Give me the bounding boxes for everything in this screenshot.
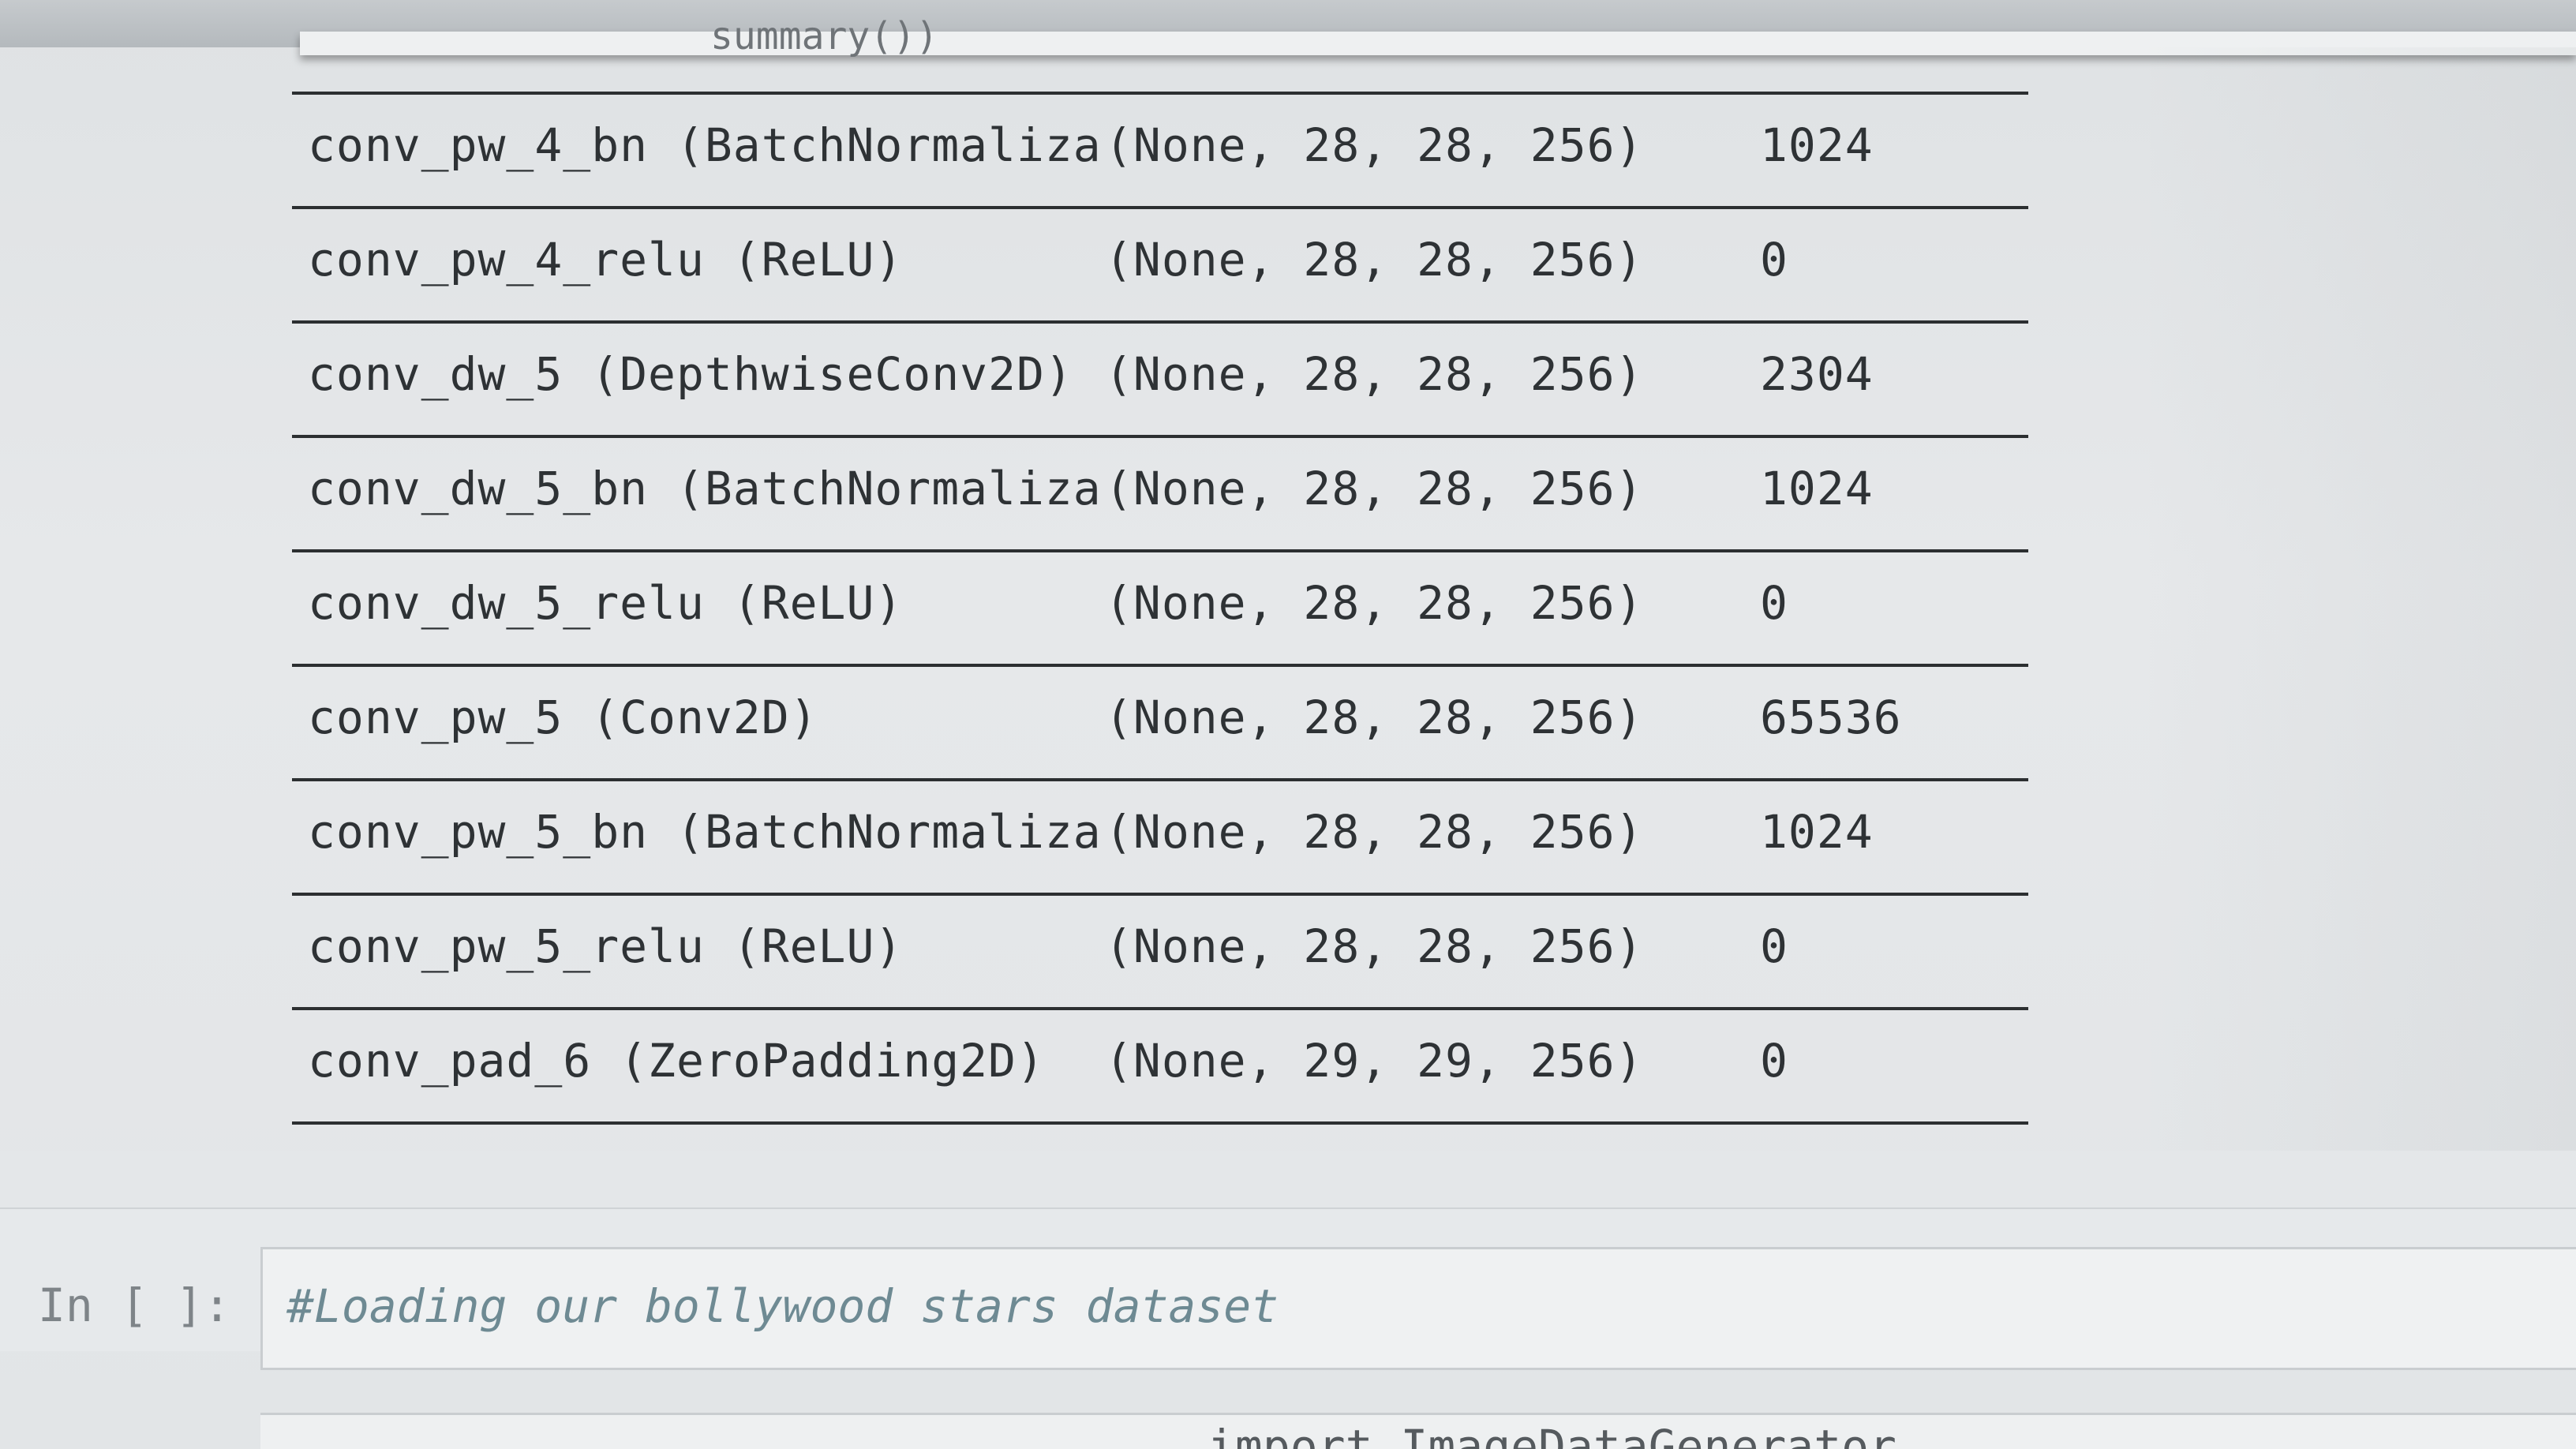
table-row: conv_dw_5_relu (ReLU) (None, 28, 28, 256)… xyxy=(292,549,2028,664)
output-shape: (None, 28, 28, 256) xyxy=(1105,805,1644,859)
next-code-text: import ImageDataGenerator xyxy=(1208,1420,1896,1449)
param-count: 2304 xyxy=(1760,347,1874,401)
table-row: conv_dw_5_bn (BatchNormaliza (None, 28, 2… xyxy=(292,435,2028,549)
previous-code-text: summary()) xyxy=(710,14,938,58)
output-bottom-edge xyxy=(0,1151,2576,1214)
layer-name: conv_pw_4_bn (BatchNormaliza xyxy=(308,118,1102,172)
notebook-screen: summary()) conv_pw_4_bn (BatchNormaliza(… xyxy=(0,0,2576,1449)
code-comment: #Loading our bollywood stars dataset xyxy=(286,1279,1279,1333)
screen-shade xyxy=(2131,47,2576,1208)
table-row: conv_pw_4_relu (ReLU) (None, 28, 28, 256)… xyxy=(292,206,2028,320)
layer-name: conv_dw_5_bn (BatchNormaliza xyxy=(308,462,1102,515)
param-count: 1024 xyxy=(1760,462,1874,515)
table-row: conv_pw_5_relu (ReLU) (None, 28, 28, 256)… xyxy=(292,893,2028,1007)
output-shape: (None, 29, 29, 256) xyxy=(1105,1034,1644,1088)
output-shape: (None, 28, 28, 256) xyxy=(1105,347,1644,401)
param-count: 1024 xyxy=(1760,805,1874,859)
output-shape: (None, 28, 28, 256) xyxy=(1105,233,1644,286)
layer-table: conv_pw_4_bn (BatchNormaliza (None, 28, 2… xyxy=(292,92,2028,1208)
output-shape: (None, 28, 28, 256) xyxy=(1105,576,1644,630)
layer-name: conv_pad_6 (ZeroPadding2D) xyxy=(308,1034,1045,1088)
layer-name: conv_pw_5 (Conv2D) xyxy=(308,691,818,744)
output-shape: (None, 28, 28, 256) xyxy=(1105,118,1644,172)
param-count: 65536 xyxy=(1760,691,1902,744)
cell-prompt: In [ ]: xyxy=(38,1279,231,1332)
layer-name: conv_pw_5_bn (BatchNormaliza xyxy=(308,805,1102,859)
output-shape: (None, 28, 28, 256) xyxy=(1105,919,1644,973)
param-count: 0 xyxy=(1760,576,1788,630)
layer-name: conv_dw_5_relu (ReLU) xyxy=(308,576,904,630)
table-row: conv_dw_5 (DepthwiseConv2D) (None, 28, 28… xyxy=(292,320,2028,435)
next-code-cell[interactable]: import ImageDataGenerator xyxy=(260,1413,2576,1449)
table-row: conv_pad_6 (ZeroPadding2D) (None, 29, 29,… xyxy=(292,1007,2028,1121)
param-count: 0 xyxy=(1760,919,1788,973)
table-row: conv_pw_4_bn (BatchNormaliza (None, 28, 2… xyxy=(292,92,2028,206)
param-count: 0 xyxy=(1760,1034,1788,1088)
table-row: conv_pw_5_bn (BatchNormaliza (None, 28, 2… xyxy=(292,778,2028,893)
layer-name: conv_pw_5_relu (ReLU) xyxy=(308,919,904,973)
model-summary-output: conv_pw_4_bn (BatchNormaliza (None, 28, 2… xyxy=(260,68,2076,1208)
output-shape: (None, 28, 28, 256) xyxy=(1105,462,1644,515)
code-input[interactable]: #Loading our bollywood stars dataset xyxy=(260,1247,2576,1370)
layer-name: conv_dw_5 (DepthwiseConv2D) xyxy=(308,347,1073,401)
param-count: 0 xyxy=(1760,233,1788,286)
table-row: conv_pw_5 (Conv2D) (None, 28, 28, 256) 655… xyxy=(292,664,2028,778)
layer-name: conv_pw_4_relu (ReLU) xyxy=(308,233,904,286)
param-count: 1024 xyxy=(1760,118,1874,172)
output-shape: (None, 28, 28, 256) xyxy=(1105,691,1644,744)
